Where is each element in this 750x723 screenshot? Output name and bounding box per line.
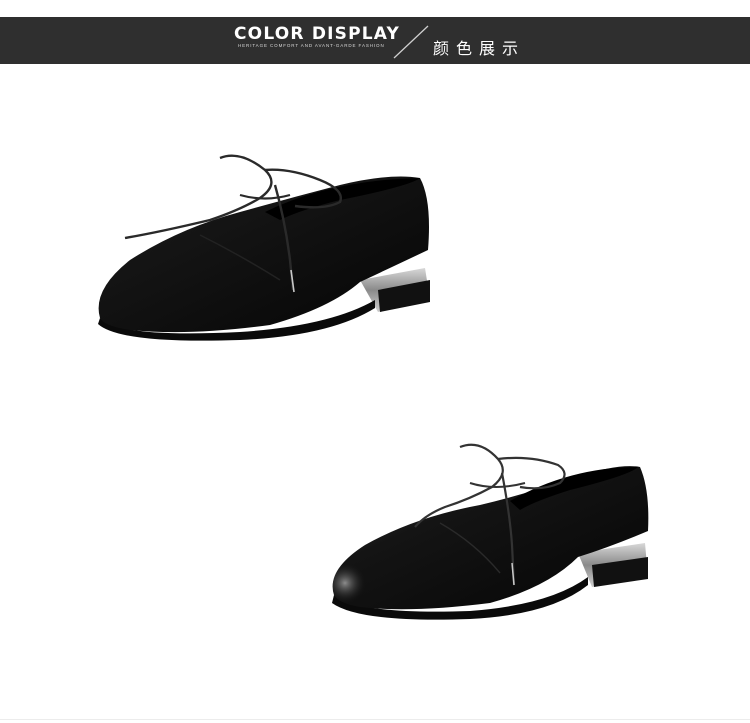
header-subtitle: HERITAGE COMFORT AND AVANT-GARDE FASHION [238, 43, 385, 48]
suede-shoe-image [98, 154, 430, 341]
leather-shoe-image [332, 443, 649, 620]
top-margin [0, 0, 750, 17]
bottom-divider [0, 719, 750, 720]
header-title: COLOR DISPLAY [234, 24, 401, 44]
divider-slash-icon [393, 25, 429, 59]
header-chinese-title: 颜色展示 [433, 39, 526, 58]
